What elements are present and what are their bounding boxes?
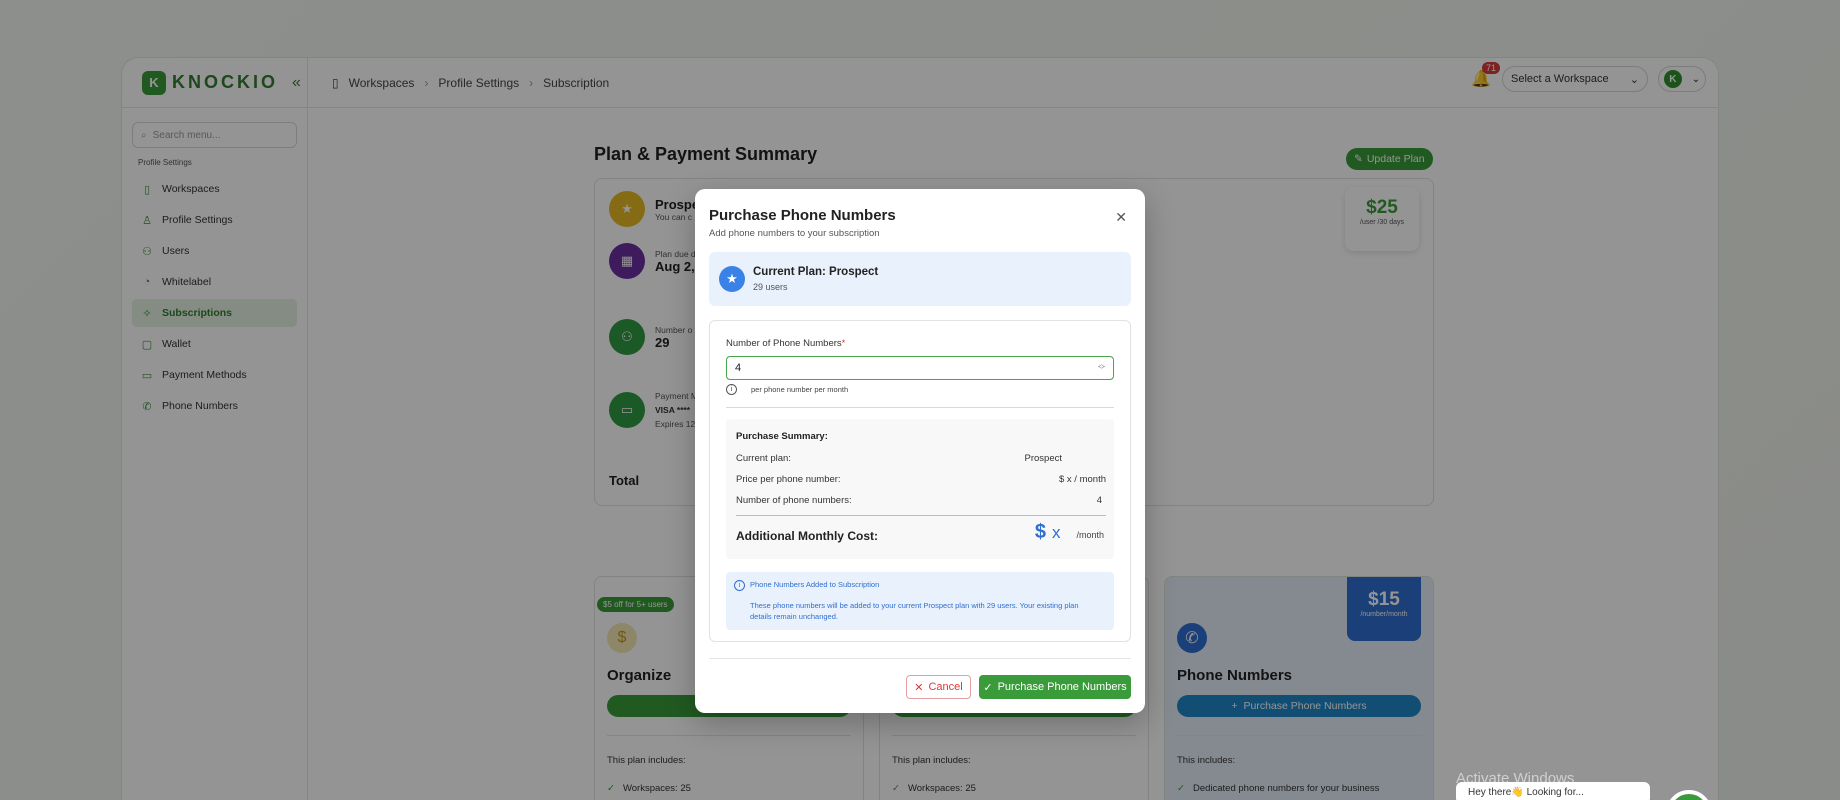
modal-subtitle: Add phone numbers to your subscription — [709, 228, 880, 239]
phone-count-label-text: Number of Phone Numbers — [726, 338, 842, 349]
purchase-button[interactable]: ✓ Purchase Phone Numbers — [979, 675, 1131, 699]
summary-row-label: Current plan: — [736, 453, 791, 464]
phone-count-label: Number of Phone Numbers* — [726, 338, 845, 349]
info-notice: i Phone Numbers Added to Subscription Th… — [726, 572, 1114, 630]
divider — [709, 658, 1131, 659]
phone-count-input[interactable]: 4 ︿ ﹀ — [726, 356, 1114, 380]
summary-row-value: Prospect — [1024, 453, 1063, 464]
info-title: Phone Numbers Added to Subscription — [750, 580, 880, 589]
purchase-summary: Purchase Summary: Current plan: Prospect… — [726, 419, 1114, 559]
close-icon[interactable]: ✕ — [1115, 209, 1127, 226]
cancel-label: Cancel — [928, 681, 963, 693]
close-icon: ✕ — [914, 681, 924, 694]
summary-row-number-count: Number of phone numbers: 4 — [736, 495, 1106, 506]
info-icon: i — [734, 580, 745, 591]
price-hint-text: per phone number per month — [751, 385, 849, 394]
star-icon: ★ — [719, 266, 745, 292]
cancel-button[interactable]: ✕ Cancel — [906, 675, 971, 699]
summary-row-value: $ x / month — [1059, 474, 1106, 485]
cost-value: x — [1051, 523, 1061, 542]
cost-currency: $ — [1034, 521, 1046, 543]
summary-row-label: Number of phone numbers: — [736, 495, 852, 506]
price-hint: i per phone number per month — [726, 384, 848, 395]
purchase-label: Purchase Phone Numbers — [997, 681, 1127, 693]
check-icon: ✓ — [983, 681, 993, 694]
info-icon: i — [726, 384, 737, 395]
additional-monthly-cost: $ x /month — [1035, 521, 1104, 544]
chat-greeting-toast[interactable]: Hey there👋 Looking for... — [1456, 782, 1650, 800]
summary-row-current-plan: Current plan: Prospect — [736, 453, 1106, 464]
cost-unit: /month — [1076, 530, 1104, 540]
info-text: These phone numbers will be added to you… — [750, 601, 1079, 621]
purchase-phone-numbers-modal: Purchase Phone Numbers Add phone numbers… — [695, 189, 1145, 713]
number-stepper[interactable]: ︿ ﹀ — [1098, 361, 1105, 374]
additional-monthly-cost-label: Additional Monthly Cost: — [736, 529, 878, 543]
summary-row-price-per-number: Price per phone number: $ x / month — [736, 474, 1106, 485]
summary-row-value: 4 — [1096, 495, 1102, 506]
required-marker: * — [841, 338, 846, 349]
current-plan-box: ★ Current Plan: Prospect 29 users — [709, 252, 1131, 306]
phone-count-value: 4 — [735, 362, 742, 374]
divider — [726, 407, 1114, 408]
purchase-summary-title: Purchase Summary: — [736, 431, 828, 442]
modal-title: Purchase Phone Numbers — [709, 207, 896, 224]
current-plan-title: Current Plan: Prospect — [753, 266, 879, 278]
purchase-form: Number of Phone Numbers* 4 ︿ ﹀ i per phon… — [709, 320, 1131, 642]
divider — [736, 515, 1106, 516]
summary-row-label: Price per phone number: — [736, 474, 841, 485]
current-plan-users: 29 users — [753, 282, 788, 292]
